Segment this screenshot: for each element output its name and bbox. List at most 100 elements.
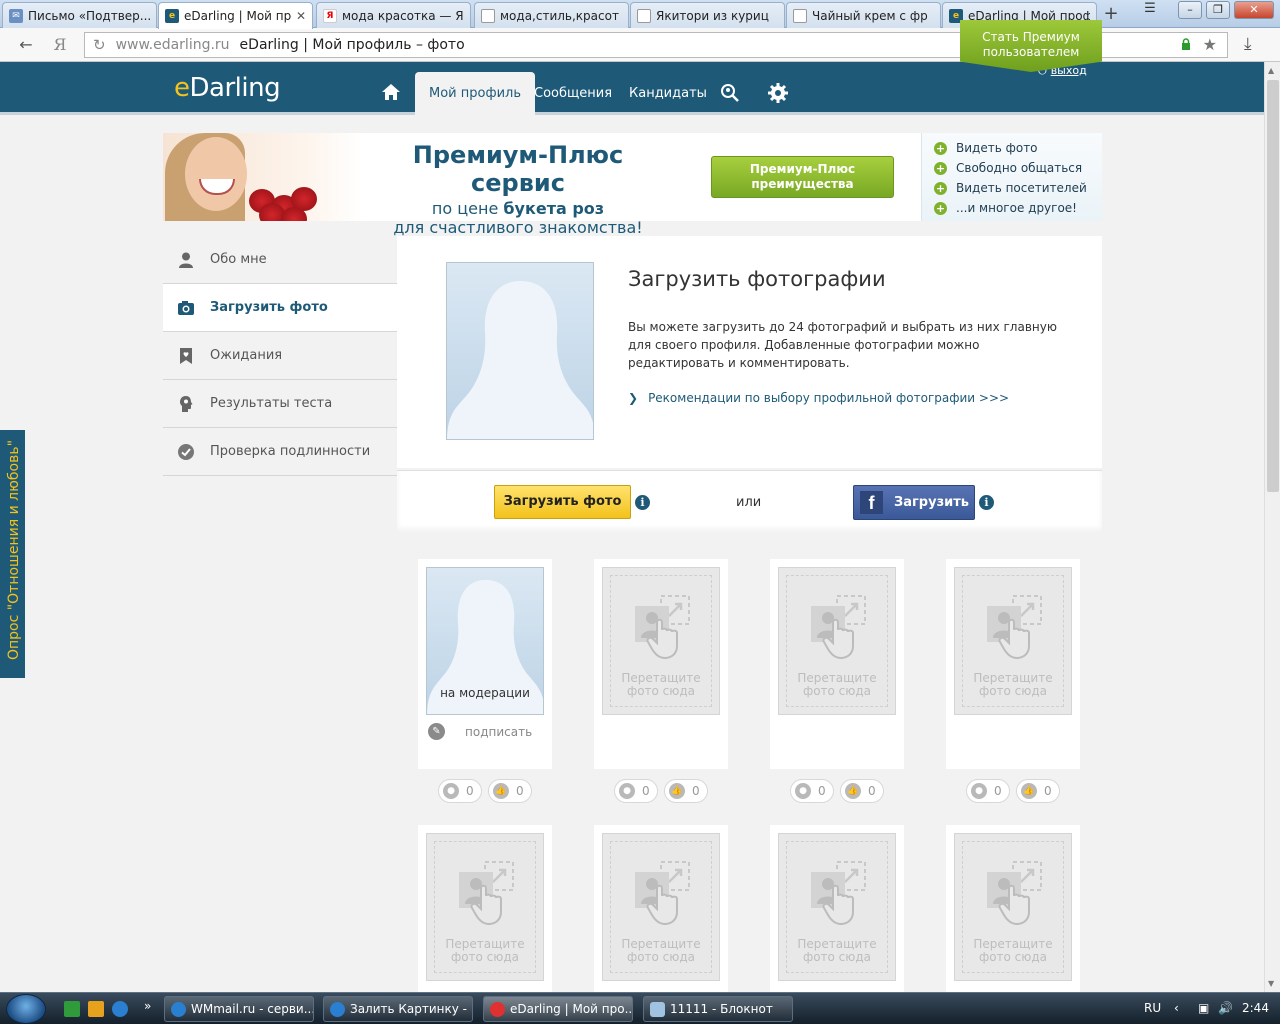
new-tab-button[interactable]: + [1100,4,1122,24]
browser-tab[interactable]: Чайный крем с фр [786,2,941,28]
taskbar-item[interactable]: 11111 - Блокнот [643,996,793,1022]
back-arrow-icon[interactable]: ← [16,35,36,54]
photo-counters: ● 0 👍 0 [614,779,708,803]
scroll-up-arrow[interactable]: ▲ [1268,66,1274,75]
clock[interactable]: 2:44 [1242,1001,1269,1015]
browser-tab[interactable]: Я мода красотка — Я [316,2,471,28]
browser-menu-icon[interactable]: ☰ [1138,1,1162,19]
notepad-icon [650,1002,665,1017]
scrollbar-thumb[interactable] [1267,80,1279,492]
ie-icon[interactable] [112,1001,128,1017]
photo-drop-slot[interactable]: Перетащите фото сюда [770,825,904,992]
photo-counters: ● 0 👍 0 [438,779,532,803]
download-icon[interactable]: ⤓ [1244,34,1252,54]
quicklaunch-icon[interactable] [64,1001,80,1017]
sidebar-item-expectations[interactable]: Ожидания [163,332,397,380]
likes-counter[interactable]: 👍 0 [1016,779,1060,803]
browser-tab-active[interactable]: e eDarling | Мой проф ✕ [158,2,313,29]
lock-icon[interactable] [1181,38,1191,50]
sidebar-item-verification[interactable]: Проверка подлинности [163,428,397,476]
windows-taskbar: » WMmail.ru - серви... Залить Картинку -… [0,992,1280,1024]
photo-recommendations-link[interactable]: ❯ Рекомендации по выбору профильной фото… [628,391,1009,405]
photo-drop-slot[interactable]: Перетащите фото сюда [946,559,1080,769]
camera-icon [178,300,194,315]
facebook-upload-button[interactable]: f Загрузить [853,485,975,520]
gear-icon[interactable] [767,82,789,104]
sign-photo-action[interactable]: ✎ подписать [428,723,532,740]
language-indicator[interactable]: RU [1144,1001,1161,1015]
page-icon [793,8,807,23]
taskbar-item[interactable]: WMmail.ru - серви... [164,996,314,1022]
drag-photo-icon [987,595,1042,660]
photo-slot-main[interactable]: на модерации ✎ подписать [418,559,552,769]
close-window-button[interactable]: ✕ [1234,1,1274,19]
photo-drop-slot[interactable]: Перетащите фото сюда [418,825,552,992]
photo-drop-slot[interactable]: Перетащите фото сюда [594,559,728,769]
edarling-logo[interactable]: eDarling [174,73,281,103]
info-icon[interactable]: i [979,495,994,510]
sidebar-item-test-results[interactable]: Результаты теста [163,380,397,428]
photo-drop-slot[interactable]: Перетащите фото сюда [594,825,728,992]
feature-item: + Видеть фото [934,141,1038,155]
likes-counter[interactable]: 👍 0 [488,779,532,803]
plus-icon: + [934,141,947,155]
photo-drop-slot[interactable]: Перетащите фото сюда [946,825,1080,992]
comments-counter[interactable]: ● 0 [614,779,658,803]
comments-counter[interactable]: ● 0 [966,779,1010,803]
premium-features-list: + Видеть фото + Свободно общаться + Видеть … [921,133,1102,221]
yandex-icon[interactable]: Я [50,35,70,54]
banner-title: Премиум-Плюс сервис [412,141,624,197]
comments-counter[interactable]: ● 0 [438,779,482,803]
survey-side-tab[interactable]: Опрос "Отношения и любовь" [0,430,25,678]
sidebar-item-upload-photo[interactable]: Загрузить фото [163,284,397,332]
browser-tab[interactable]: Якитори из куриц [630,2,785,28]
nav-my-profile[interactable]: Мой профиль [415,72,535,115]
drop-photo-hint: Перетащите фото сюда [797,671,877,698]
scroll-down-arrow[interactable]: ▼ [1268,979,1274,988]
browser-tab[interactable]: мода,стиль,красот [474,2,629,28]
upload-photos-panel: Загрузить фотографии Вы можете загрузить… [397,236,1102,468]
drag-photo-icon [811,595,866,660]
page-icon [637,8,651,23]
or-separator: или [736,495,762,510]
window-controls: – ❐ ✕ [1178,1,1274,19]
search-people-icon[interactable] [719,82,741,104]
taskbar-item-active[interactable]: eDarling | Мой про... [483,996,633,1022]
sidebar-item-about-me[interactable]: Обо мне [163,236,397,284]
upload-photo-button[interactable]: Загрузить фото [494,485,631,519]
close-tab-icon[interactable]: ✕ [296,9,306,23]
banner-subtitle-2: для счастливого знакомства! [393,218,643,237]
reload-icon[interactable]: ↻ [93,36,106,54]
page-scrollbar[interactable]: ▲ ▼ [1264,62,1280,992]
info-icon[interactable]: i [635,495,650,510]
banner-woman-photo [163,133,363,221]
drag-photo-icon [635,861,690,926]
premium-plus-benefits-button[interactable]: Премиум-Плюс преимущества [711,156,894,198]
nav-messages[interactable]: Сообщения [520,72,626,115]
photo-counters: ● 0 👍 0 [966,779,1060,803]
photo-counters: ● 0 👍 0 [790,779,884,803]
taskbar-item[interactable]: Залить Картинку - ... [323,996,473,1022]
minimize-button[interactable]: – [1178,1,1202,19]
start-button[interactable] [6,994,46,1024]
bookmark-star-icon[interactable]: ★ [1203,35,1217,54]
likes-counter[interactable]: 👍 0 [840,779,884,803]
photo-drop-slot[interactable]: Перетащите фото сюда [770,559,904,769]
ie-icon [330,1002,345,1017]
more-icon[interactable]: » [144,999,151,1013]
become-premium-button[interactable]: Стать Премиум пользователем [960,20,1102,72]
likes-counter[interactable]: 👍 0 [664,779,708,803]
volume-icon[interactable]: 🔊 [1218,1001,1233,1015]
network-icon[interactable]: ▣ [1198,1001,1209,1015]
premium-banner[interactable]: Премиум-Плюс сервис по цене букета роз д… [163,133,1102,237]
nav-candidates[interactable]: Кандидаты [615,72,721,115]
comment-icon: ● [443,783,459,799]
tray-expand-icon[interactable]: ‹ [1174,1001,1179,1015]
comments-counter[interactable]: ● 0 [790,779,834,803]
browser-tab[interactable]: ✉ Письмо «Подтвер... [2,2,157,28]
maximize-button[interactable]: ❐ [1206,1,1230,19]
comment-icon: ● [795,783,811,799]
home-icon[interactable] [380,82,402,102]
pending-photo[interactable]: на модерации [426,567,544,715]
media-player-icon[interactable] [88,1001,104,1017]
